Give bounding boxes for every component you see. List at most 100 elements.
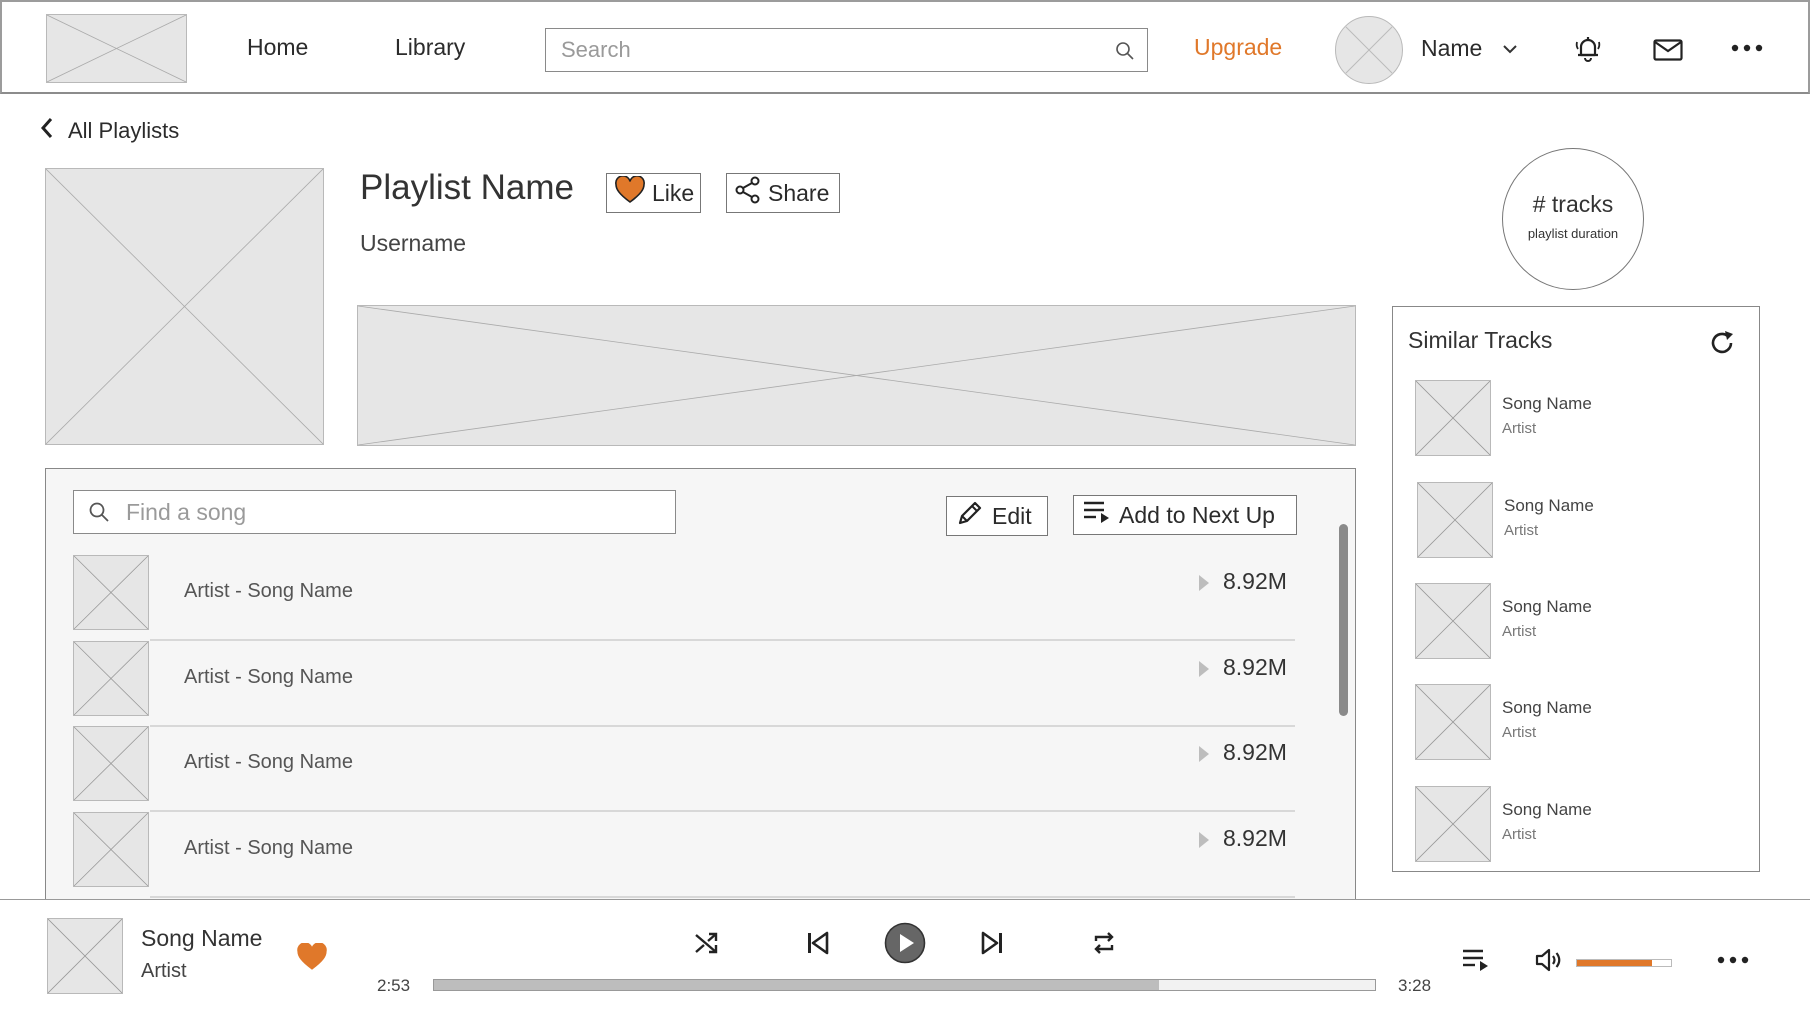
refresh-icon[interactable] [1708,329,1736,362]
like-label: Like [652,179,695,206]
bell-icon[interactable] [1571,32,1605,66]
progress-fill [434,980,1159,990]
similar-tracks-panel: Similar Tracks Song Name Artist Song Nam… [1392,306,1760,872]
similar-track-artist: Artist [1502,826,1537,843]
track-thumbnail [73,641,149,716]
back-link-label: All Playlists [68,118,180,143]
search-icon [88,501,110,528]
track-title[interactable]: Artist - Song Name [184,751,353,774]
row-divider [150,896,1295,898]
pencil-icon [955,498,985,534]
elapsed-time: 2:53 [377,976,411,995]
similar-track-artist: Artist [1502,420,1537,437]
similar-track-artist: Artist [1502,724,1537,741]
heart-icon [615,175,645,210]
similar-track-song: Song Name [1502,394,1592,413]
tracks-count: # tracks [1532,191,1614,217]
logo[interactable] [46,14,187,83]
track-list-scrollbar[interactable] [1339,524,1348,716]
back-to-playlists-link[interactable]: All Playlists [40,117,179,145]
play-count-icon [1199,746,1209,762]
play-count-icon [1199,832,1209,848]
user-name[interactable]: Name [1421,35,1482,62]
skip-next-icon[interactable] [977,928,1007,958]
edit-label: Edit [992,502,1032,529]
playlist-stats: # tracks playlist duration [1502,148,1644,290]
search-icon[interactable] [1115,41,1135,66]
track-title[interactable]: Artist - Song Name [184,837,353,860]
shuffle-icon[interactable] [692,928,722,958]
avatar[interactable] [1335,16,1403,84]
skip-previous-icon[interactable] [803,928,833,958]
similar-track-song: Song Name [1504,496,1594,515]
track-thumbnail [73,812,149,887]
search-field[interactable] [545,28,1148,72]
track-plays: 8.92M [1223,739,1287,765]
nav-library[interactable]: Library [395,34,465,61]
repeat-icon[interactable] [1089,928,1119,958]
share-label: Share [768,179,830,206]
track-row[interactable]: Artist - Song Name 8.92M [73,555,1295,641]
track-row[interactable]: Artist - Song Name 8.92M [73,726,1295,812]
now-playing-song[interactable]: Song Name [141,925,262,952]
queue-icon[interactable] [1460,945,1492,975]
track-title[interactable]: Artist - Song Name [184,580,353,603]
playlist-banner [357,305,1356,446]
find-song-field[interactable] [73,490,676,534]
more-icon[interactable] [1715,948,1751,972]
share-icon [735,176,761,210]
similar-track-thumbnail [1415,786,1491,862]
add-to-next-up-label: Add to Next Up [1119,501,1275,528]
playlist-cover [45,168,324,445]
playlist-add-icon [1082,499,1112,531]
upgrade-link[interactable]: Upgrade [1194,34,1282,61]
search-input[interactable] [546,29,1147,71]
track-list-panel: Edit Add to Next Up Artist - Song Name 8… [45,468,1356,904]
track-plays: 8.92M [1223,654,1287,680]
volume-slider[interactable] [1576,959,1672,967]
similar-track-item[interactable]: Song Name Artist [1415,786,1735,862]
progress-slider[interactable] [433,979,1376,991]
chevron-left-icon [40,117,54,145]
mail-icon[interactable] [1651,33,1685,67]
total-time: 3:28 [1398,976,1432,995]
nav-home[interactable]: Home [247,34,308,61]
similar-track-song: Song Name [1502,698,1592,717]
similar-track-song: Song Name [1502,597,1592,616]
top-nav-bar: Home Library Upgrade Name [0,0,1810,94]
similar-track-artist: Artist [1502,623,1537,640]
similar-track-item[interactable]: Song Name Artist [1415,684,1735,760]
share-button[interactable]: Share [726,173,840,213]
page-title: Playlist Name [360,168,574,207]
play-icon[interactable] [884,922,926,964]
track-plays: 8.92M [1223,568,1287,594]
edit-button[interactable]: Edit [946,496,1048,536]
similar-track-item[interactable]: Song Name Artist [1417,482,1737,558]
volume-icon[interactable] [1533,945,1565,975]
similar-track-item[interactable]: Song Name Artist [1415,583,1735,659]
volume-fill [1577,960,1653,966]
similar-track-thumbnail [1415,380,1491,456]
now-playing-artist[interactable]: Artist [141,960,187,983]
track-plays: 8.92M [1223,825,1287,851]
now-playing-thumbnail[interactable] [47,918,123,994]
similar-track-song: Song Name [1502,800,1592,819]
track-title[interactable]: Artist - Song Name [184,666,353,689]
heart-icon[interactable] [295,941,329,973]
player-bar: Song Name Artist 2:53 3:28 [0,899,1810,1016]
similar-tracks-title: Similar Tracks [1408,327,1553,353]
similar-track-artist: Artist [1504,522,1539,539]
find-song-input[interactable] [74,491,675,533]
add-to-next-up-button[interactable]: Add to Next Up [1073,495,1297,535]
play-count-icon [1199,661,1209,677]
track-thumbnail [73,555,149,630]
playlist-owner[interactable]: Username [360,230,466,257]
similar-track-thumbnail [1415,583,1491,659]
chevron-down-icon[interactable] [1501,40,1519,58]
like-button[interactable]: Like [606,173,701,213]
more-icon[interactable] [1729,36,1765,60]
similar-track-item[interactable]: Song Name Artist [1415,380,1735,456]
playlist-duration: playlist duration [1527,226,1619,241]
track-row[interactable]: Artist - Song Name 8.92M [73,641,1295,727]
track-row[interactable]: Artist - Song Name 8.92M [73,812,1295,898]
